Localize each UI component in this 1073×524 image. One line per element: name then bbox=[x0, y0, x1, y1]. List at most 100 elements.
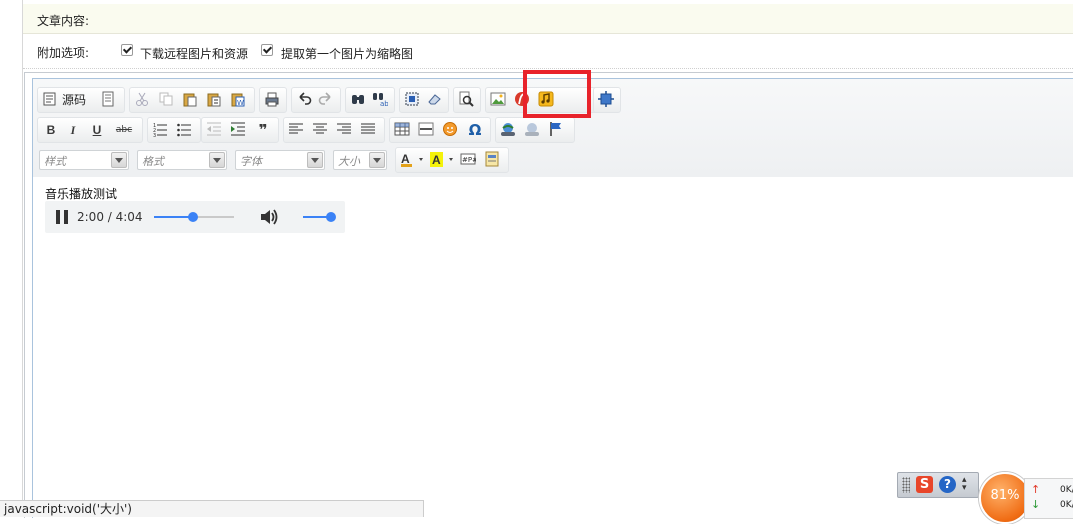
select-all-icon[interactable] bbox=[404, 91, 422, 109]
ime-toolbar[interactable]: S ? ▴ ▾ bbox=[897, 472, 979, 498]
chevron-down-icon[interactable] bbox=[369, 152, 385, 168]
redo-icon[interactable] bbox=[318, 91, 336, 109]
paste-icon[interactable] bbox=[182, 91, 200, 109]
table-icon[interactable] bbox=[394, 121, 412, 139]
anchor-flag-icon[interactable] bbox=[548, 121, 566, 139]
pause-icon[interactable] bbox=[56, 210, 69, 224]
drag-grip-icon[interactable] bbox=[902, 477, 910, 493]
toolbar-group-links bbox=[495, 117, 575, 143]
volume-slider[interactable] bbox=[303, 212, 336, 222]
smiley-icon[interactable] bbox=[442, 121, 460, 139]
network-percent: 81% bbox=[990, 488, 1020, 503]
size-dropdown-value: 大小 bbox=[338, 155, 360, 168]
align-right-icon[interactable] bbox=[336, 121, 354, 139]
options-label: 附加选项: bbox=[37, 46, 90, 60]
indent-icon[interactable] bbox=[230, 121, 248, 139]
find-icon[interactable] bbox=[350, 91, 368, 109]
content-heading: 音乐播放测试 bbox=[45, 187, 118, 201]
toolbar-group-find: ab bbox=[345, 87, 395, 113]
text-color-icon[interactable]: A bbox=[400, 151, 426, 169]
toolbar-group-basic-styles: B I U abc bbox=[37, 117, 143, 143]
special-char-button[interactable]: Ω bbox=[466, 121, 484, 139]
download-remote-checkbox[interactable] bbox=[121, 44, 133, 56]
seek-handle[interactable] bbox=[188, 212, 199, 222]
size-dropdown[interactable]: 大小 bbox=[333, 150, 387, 170]
bg-color-icon[interactable]: A bbox=[430, 151, 456, 169]
editor-frame: 源码 W ab B I U abc 1 2 3 ❞ Ω 样式 格式 字体 大小 … bbox=[32, 78, 1073, 518]
chevron-down-icon[interactable] bbox=[307, 152, 323, 168]
extract-thumbnail-checkbox[interactable] bbox=[261, 44, 273, 56]
align-justify-icon[interactable] bbox=[360, 121, 378, 139]
svg-text:ab: ab bbox=[380, 100, 388, 107]
remove-format-icon[interactable] bbox=[426, 91, 444, 109]
font-dropdown[interactable]: 字体 bbox=[235, 150, 325, 170]
page-break-icon[interactable]: #P# bbox=[460, 151, 478, 169]
style-dropdown[interactable]: 样式 bbox=[39, 150, 129, 170]
print-icon[interactable] bbox=[264, 91, 282, 109]
horizontal-rule-icon[interactable] bbox=[418, 121, 436, 139]
replace-icon[interactable]: ab bbox=[372, 91, 390, 109]
extract-thumbnail-label[interactable]: 提取第一个图片为缩略图 bbox=[281, 45, 413, 62]
svg-text:#P#: #P# bbox=[462, 156, 476, 164]
toolbar-group-print bbox=[259, 87, 287, 113]
format-dropdown-value: 格式 bbox=[142, 155, 164, 168]
chevron-down-icon[interactable] bbox=[209, 152, 225, 168]
help-icon[interactable]: ? bbox=[939, 476, 956, 493]
toolbar-group-maximize bbox=[593, 87, 621, 113]
source-icon[interactable] bbox=[42, 91, 60, 109]
maximize-icon[interactable] bbox=[598, 91, 616, 109]
source-button[interactable]: 源码 bbox=[62, 91, 86, 109]
toolbar-group-align bbox=[283, 117, 385, 143]
templates-icon[interactable] bbox=[100, 91, 118, 109]
undo-icon[interactable] bbox=[296, 91, 314, 109]
numbered-list-icon[interactable]: 123 bbox=[152, 121, 170, 139]
audio-time: 2:00 / 4:04 bbox=[77, 210, 143, 224]
volume-icon[interactable] bbox=[259, 208, 279, 226]
svg-text:3: 3 bbox=[153, 133, 156, 137]
seek-slider[interactable] bbox=[154, 212, 234, 222]
options-row: 附加选项: 下载远程图片和资源 提取第一个图片为缩略图 bbox=[23, 36, 1073, 68]
menu-dots-icon[interactable]: ▴ ▾ bbox=[962, 476, 972, 493]
download-remote-label[interactable]: 下载远程图片和资源 bbox=[140, 45, 248, 62]
strikethrough-button[interactable]: abc bbox=[112, 121, 136, 139]
link-icon[interactable] bbox=[500, 121, 518, 139]
unlink-icon[interactable] bbox=[524, 121, 542, 139]
paste-text-icon[interactable] bbox=[206, 91, 224, 109]
toolbar-group-clipboard: W bbox=[129, 87, 255, 113]
volume-handle[interactable] bbox=[326, 212, 336, 222]
paste-word-icon[interactable]: W bbox=[230, 91, 248, 109]
svg-text:A: A bbox=[432, 153, 441, 167]
copy-icon[interactable] bbox=[158, 91, 176, 109]
toolbar-group-insert: Ω bbox=[389, 117, 491, 143]
cut-icon[interactable] bbox=[134, 91, 152, 109]
format-dropdown[interactable]: 格式 bbox=[137, 150, 227, 170]
bulleted-list-icon[interactable] bbox=[176, 121, 194, 139]
italic-button[interactable]: I bbox=[64, 121, 82, 139]
upload-arrow-icon: ↑ bbox=[1031, 483, 1041, 496]
style-dropdown-value: 样式 bbox=[44, 155, 66, 168]
align-center-icon[interactable] bbox=[312, 121, 330, 139]
align-left-icon[interactable] bbox=[288, 121, 306, 139]
content-label-row: 文章内容: bbox=[23, 4, 1073, 34]
outdent-icon[interactable] bbox=[206, 121, 224, 139]
font-dropdown-value: 字体 bbox=[240, 155, 262, 168]
music-button-highlight bbox=[523, 70, 591, 118]
toolbar-group-colors: A A #P# bbox=[395, 147, 509, 173]
sogou-ime-icon[interactable]: S bbox=[916, 476, 933, 493]
toolbar-group-preview bbox=[453, 87, 481, 113]
audio-player[interactable]: 2:00 / 4:04 bbox=[45, 201, 345, 233]
toolbar-group-combos: 样式 格式 字体 大小 bbox=[37, 147, 389, 171]
toolbar-group-select bbox=[399, 87, 449, 113]
editor-content[interactable]: 音乐播放测试 2:00 / 4:04 bbox=[33, 177, 1073, 518]
preview-icon[interactable] bbox=[458, 91, 476, 109]
chevron-down-icon[interactable] bbox=[111, 152, 127, 168]
upload-rate: 0K/ bbox=[1060, 485, 1073, 495]
bold-button[interactable]: B bbox=[42, 121, 60, 139]
insert-template-icon[interactable] bbox=[484, 151, 502, 169]
image-icon[interactable] bbox=[490, 91, 508, 109]
left-border bbox=[22, 0, 23, 517]
underline-button[interactable]: U bbox=[88, 121, 106, 139]
download-arrow-icon: ↓ bbox=[1031, 498, 1041, 511]
divider bbox=[23, 68, 1073, 69]
blockquote-button[interactable]: ❞ bbox=[254, 121, 272, 139]
